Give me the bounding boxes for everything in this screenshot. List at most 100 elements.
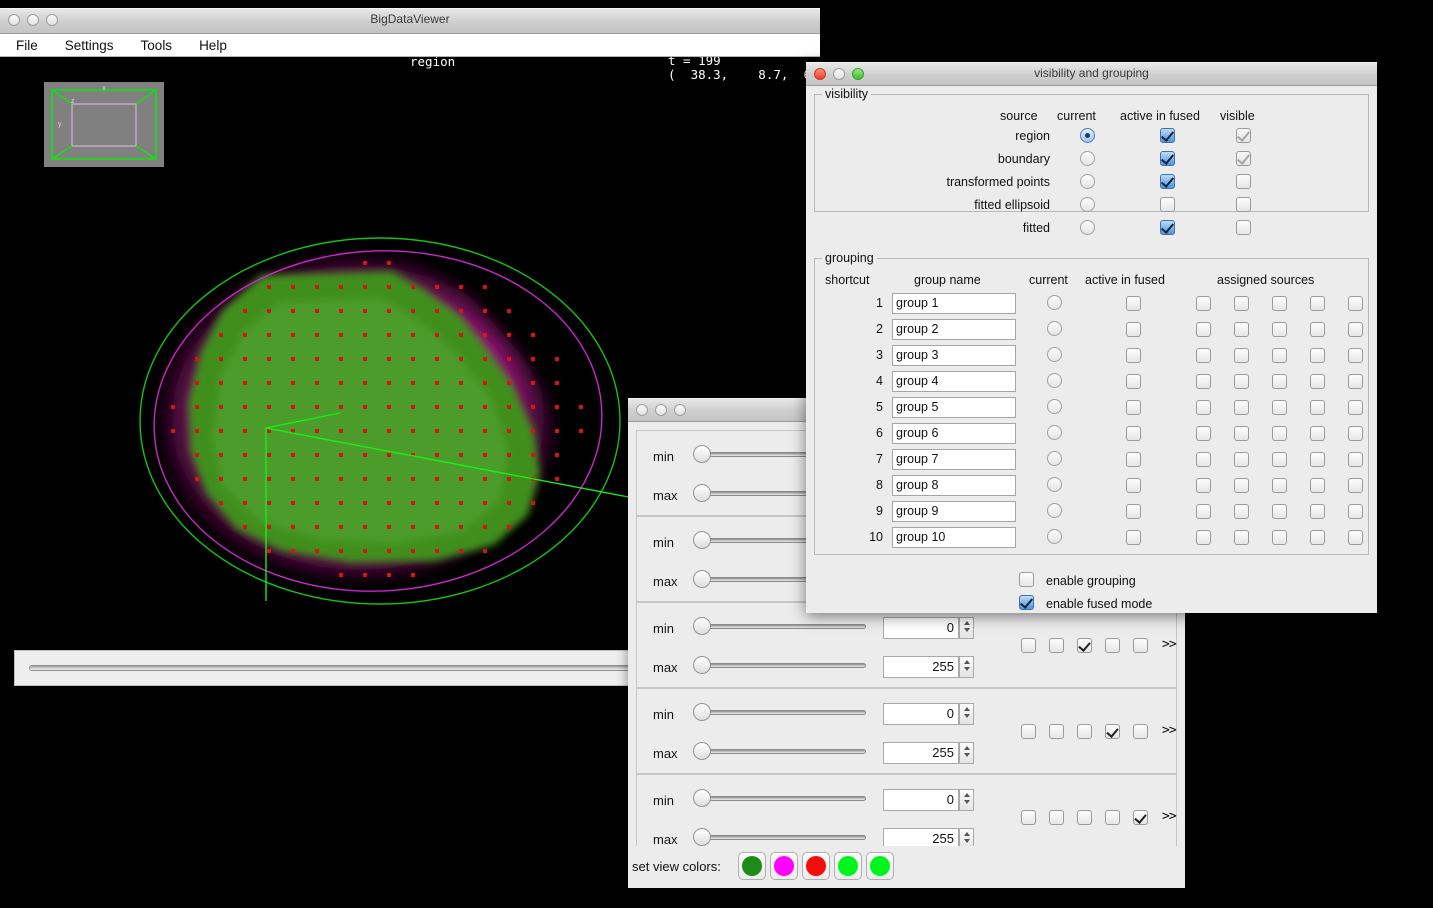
grouping-active-in-fused-checkbox[interactable] bbox=[1126, 296, 1141, 311]
menu-bar[interactable]: File Settings Tools Help bbox=[0, 34, 820, 57]
grouping-current-radio[interactable] bbox=[1047, 425, 1062, 440]
visibility-current-radio[interactable] bbox=[1080, 174, 1095, 189]
assigned-source-checkbox[interactable] bbox=[1348, 504, 1363, 519]
visibility-active-in-fused-checkbox[interactable] bbox=[1160, 197, 1175, 212]
brightness-source-checkbox[interactable] bbox=[1105, 638, 1120, 653]
max-value-input[interactable]: 255 bbox=[883, 742, 959, 764]
min-slider-track[interactable] bbox=[693, 624, 866, 629]
assigned-source-checkbox[interactable] bbox=[1234, 348, 1249, 363]
brightness-source-checkbox[interactable] bbox=[1049, 724, 1064, 739]
assigned-source-checkbox[interactable] bbox=[1310, 322, 1325, 337]
expand-row-button[interactable]: >> bbox=[1162, 723, 1177, 738]
max-spinner[interactable] bbox=[959, 742, 974, 764]
assigned-source-checkbox[interactable] bbox=[1272, 478, 1287, 493]
assigned-source-checkbox[interactable] bbox=[1196, 296, 1211, 311]
assigned-source-checkbox[interactable] bbox=[1272, 530, 1287, 545]
assigned-source-checkbox[interactable] bbox=[1272, 426, 1287, 441]
assigned-source-checkbox[interactable] bbox=[1310, 374, 1325, 389]
max-slider-knob[interactable] bbox=[693, 656, 711, 674]
brightness-source-checkbox[interactable] bbox=[1049, 638, 1064, 653]
assigned-source-checkbox[interactable] bbox=[1348, 322, 1363, 337]
grouping-current-radio[interactable] bbox=[1047, 477, 1062, 492]
min-spinner[interactable] bbox=[959, 617, 974, 639]
menu-settings[interactable]: Settings bbox=[65, 38, 114, 53]
brightness-source-checkbox[interactable] bbox=[1105, 724, 1120, 739]
assigned-source-checkbox[interactable] bbox=[1234, 478, 1249, 493]
grouping-active-in-fused-checkbox[interactable] bbox=[1126, 530, 1141, 545]
group-name-input[interactable]: group 4 bbox=[892, 371, 1016, 392]
brightness-source-checkbox[interactable] bbox=[1049, 810, 1064, 825]
min-slider-track[interactable] bbox=[693, 710, 866, 715]
color-swatch[interactable] bbox=[866, 852, 894, 880]
assigned-source-checkbox[interactable] bbox=[1348, 296, 1363, 311]
assigned-source-checkbox[interactable] bbox=[1310, 452, 1325, 467]
assigned-source-checkbox[interactable] bbox=[1310, 296, 1325, 311]
enable-fused-mode-checkbox[interactable] bbox=[1019, 595, 1034, 610]
assigned-source-checkbox[interactable] bbox=[1234, 426, 1249, 441]
brightness-source-checkbox[interactable] bbox=[1077, 724, 1092, 739]
assigned-source-checkbox[interactable] bbox=[1196, 530, 1211, 545]
brightness-source-checkbox[interactable] bbox=[1077, 638, 1092, 653]
min-value-input[interactable]: 0 bbox=[883, 789, 959, 811]
grouping-current-radio[interactable] bbox=[1047, 451, 1062, 466]
assigned-source-checkbox[interactable] bbox=[1348, 478, 1363, 493]
bc-window-controls[interactable] bbox=[636, 404, 686, 416]
assigned-source-checkbox[interactable] bbox=[1196, 322, 1211, 337]
grouping-active-in-fused-checkbox[interactable] bbox=[1126, 400, 1141, 415]
max-slider-track[interactable] bbox=[693, 835, 866, 840]
assigned-source-checkbox[interactable] bbox=[1196, 504, 1211, 519]
brightness-source-checkbox[interactable] bbox=[1133, 810, 1148, 825]
assigned-source-checkbox[interactable] bbox=[1234, 322, 1249, 337]
brightness-source-checkbox[interactable] bbox=[1105, 810, 1120, 825]
color-swatch[interactable] bbox=[738, 852, 766, 880]
grouping-current-radio[interactable] bbox=[1047, 373, 1062, 388]
assigned-source-checkbox[interactable] bbox=[1348, 400, 1363, 415]
color-swatch[interactable] bbox=[802, 852, 830, 880]
visibility-visible-checkbox[interactable] bbox=[1236, 220, 1251, 235]
assigned-source-checkbox[interactable] bbox=[1310, 400, 1325, 415]
visibility-visible-checkbox[interactable] bbox=[1236, 151, 1251, 166]
brightness-source-checkbox[interactable] bbox=[1021, 638, 1036, 653]
max-slider-track[interactable] bbox=[693, 749, 866, 754]
assigned-source-checkbox[interactable] bbox=[1348, 348, 1363, 363]
visibility-current-radio[interactable] bbox=[1080, 220, 1095, 235]
assigned-source-checkbox[interactable] bbox=[1310, 530, 1325, 545]
visibility-current-radio[interactable] bbox=[1080, 197, 1095, 212]
min-value-input[interactable]: 0 bbox=[883, 703, 959, 725]
assigned-source-checkbox[interactable] bbox=[1348, 374, 1363, 389]
assigned-source-checkbox[interactable] bbox=[1196, 426, 1211, 441]
grouping-current-radio[interactable] bbox=[1047, 295, 1062, 310]
max-slider[interactable] bbox=[693, 828, 866, 846]
assigned-source-checkbox[interactable] bbox=[1310, 504, 1325, 519]
min-slider-knob[interactable] bbox=[693, 789, 711, 807]
visibility-visible-checkbox[interactable] bbox=[1236, 197, 1251, 212]
max-slider-knob[interactable] bbox=[693, 570, 711, 588]
menu-tools[interactable]: Tools bbox=[141, 38, 173, 53]
max-slider-track[interactable] bbox=[693, 663, 866, 668]
vg-titlebar[interactable]: visibility and grouping bbox=[806, 62, 1377, 86]
assigned-source-checkbox[interactable] bbox=[1348, 426, 1363, 441]
min-spinner[interactable] bbox=[959, 703, 974, 725]
brightness-source-checkbox[interactable] bbox=[1133, 724, 1148, 739]
grouping-current-radio[interactable] bbox=[1047, 347, 1062, 362]
max-spinner[interactable] bbox=[959, 656, 974, 678]
grouping-active-in-fused-checkbox[interactable] bbox=[1126, 348, 1141, 363]
group-name-input[interactable]: group 6 bbox=[892, 423, 1016, 444]
assigned-source-checkbox[interactable] bbox=[1310, 478, 1325, 493]
min-slider[interactable] bbox=[693, 617, 866, 635]
grouping-current-radio[interactable] bbox=[1047, 321, 1062, 336]
assigned-source-checkbox[interactable] bbox=[1272, 348, 1287, 363]
assigned-source-checkbox[interactable] bbox=[1234, 530, 1249, 545]
group-name-input[interactable]: group 5 bbox=[892, 397, 1016, 418]
visibility-active-in-fused-checkbox[interactable] bbox=[1160, 174, 1175, 189]
grouping-active-in-fused-checkbox[interactable] bbox=[1126, 452, 1141, 467]
assigned-source-checkbox[interactable] bbox=[1196, 452, 1211, 467]
min-slider-track[interactable] bbox=[693, 796, 866, 801]
max-slider[interactable] bbox=[693, 742, 866, 760]
visibility-active-in-fused-checkbox[interactable] bbox=[1160, 220, 1175, 235]
assigned-source-checkbox[interactable] bbox=[1234, 452, 1249, 467]
grouping-active-in-fused-checkbox[interactable] bbox=[1126, 322, 1141, 337]
assigned-source-checkbox[interactable] bbox=[1272, 322, 1287, 337]
min-slider-knob[interactable] bbox=[693, 617, 711, 635]
maximize-icon[interactable] bbox=[674, 404, 686, 416]
